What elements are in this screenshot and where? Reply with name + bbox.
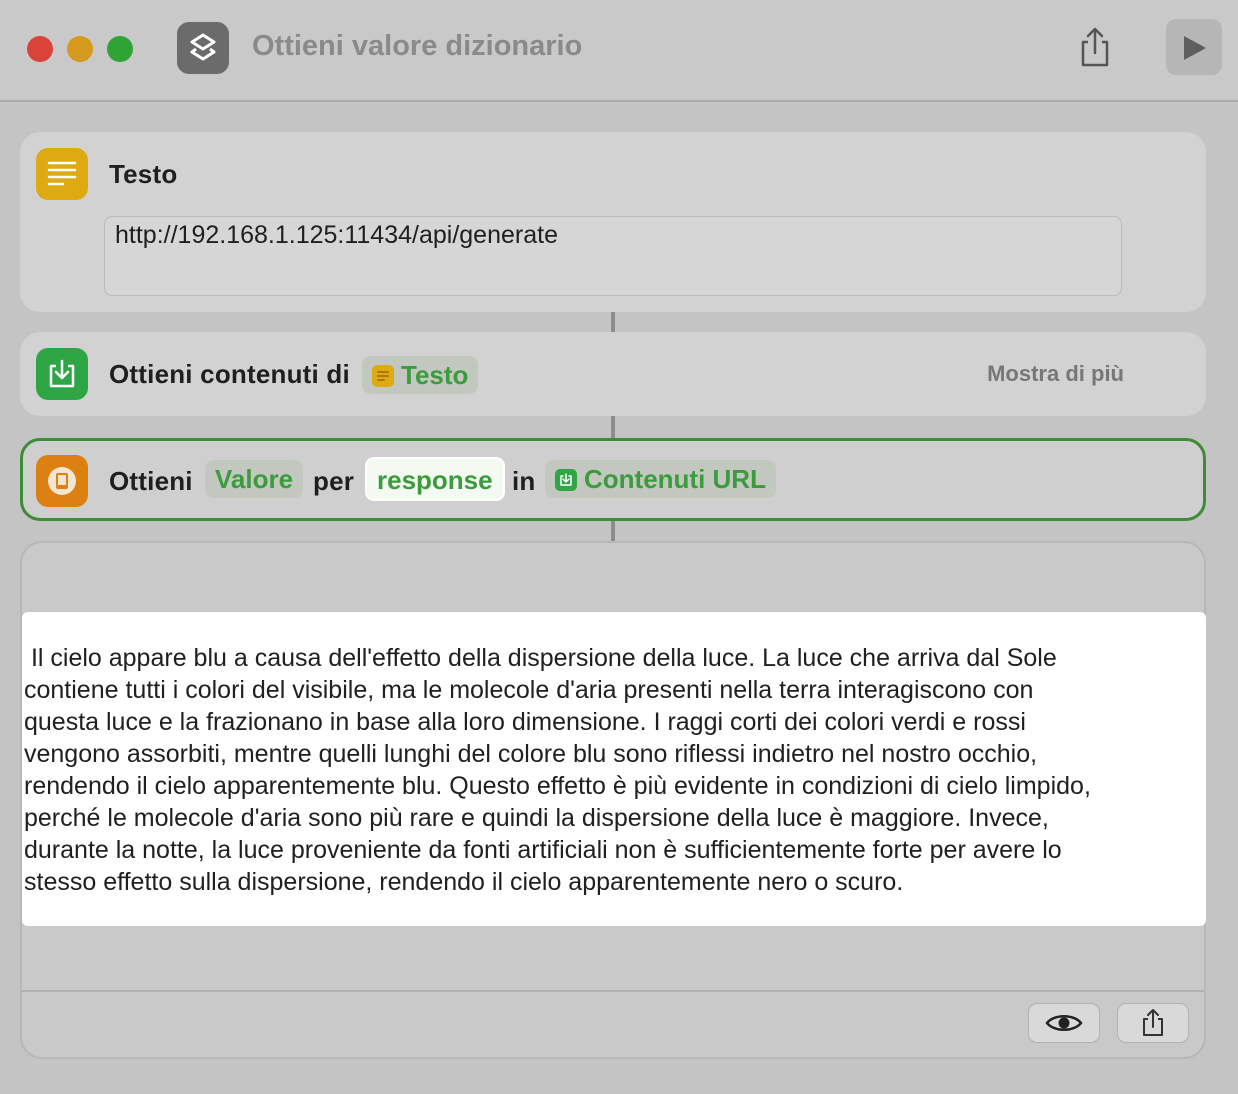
flow-connector <box>611 312 615 332</box>
book-icon <box>48 467 76 495</box>
text-input-value[interactable]: http://192.168.1.125:11434/api/generate <box>115 221 558 250</box>
output-footer-divider <box>22 990 1204 992</box>
text-action-icon <box>36 148 88 200</box>
testo-variable-label: Testo <box>401 360 469 390</box>
output-text[interactable]: Il cielo appare blu a causa dell'effetto… <box>22 612 1206 926</box>
share-icon <box>1081 27 1109 67</box>
close-window-button[interactable] <box>27 36 53 62</box>
get-contents-action-icon <box>36 348 88 400</box>
url-contents-token[interactable]: Contenuti URL <box>545 460 776 498</box>
get-contents-action-card[interactable]: Ottieni contenuti di Testo Mostra di più <box>20 332 1206 416</box>
preview-button[interactable] <box>1028 1003 1100 1043</box>
text-action-card[interactable]: Testo http://192.168.1.125:11434/api/gen… <box>20 132 1206 312</box>
play-icon <box>1184 36 1206 60</box>
in-label: in <box>512 466 536 496</box>
flow-connector <box>611 521 615 541</box>
testo-variable-token[interactable]: Testo <box>362 356 479 394</box>
window-title: Ottieni valore dizionario <box>252 30 583 62</box>
dictionary-action-icon <box>36 455 88 507</box>
text-variable-icon <box>372 365 394 387</box>
flow-connector <box>611 416 615 438</box>
text-action-title: Testo <box>109 159 178 189</box>
run-button[interactable] <box>1166 19 1222 75</box>
get-label: Ottieni <box>109 466 193 496</box>
text-lines-icon <box>47 161 77 186</box>
title-bar: Ottieni valore dizionario <box>0 0 1238 102</box>
per-label: per <box>313 466 355 496</box>
zoom-window-button[interactable] <box>107 36 133 62</box>
text-input-field[interactable]: http://192.168.1.125:11434/api/generate <box>104 216 1122 296</box>
eye-icon <box>1045 1015 1083 1031</box>
minimize-window-button[interactable] <box>67 36 93 62</box>
get-contents-label: Ottieni contenuti di <box>109 359 350 389</box>
value-token[interactable]: Valore <box>205 460 304 498</box>
shortcuts-app-icon <box>177 22 229 74</box>
show-more-button[interactable]: Mostra di più <box>987 361 1124 387</box>
output-share-button[interactable] <box>1117 1003 1189 1043</box>
share-icon <box>1143 1009 1163 1036</box>
download-tray-icon <box>555 469 577 491</box>
get-dictionary-value-action-card[interactable]: Ottieni Valore per response in Contenuti… <box>20 438 1206 521</box>
url-contents-label: Contenuti URL <box>584 464 766 494</box>
key-token[interactable]: response <box>365 457 505 501</box>
download-tray-icon <box>49 359 75 388</box>
share-button[interactable] <box>1076 26 1114 68</box>
